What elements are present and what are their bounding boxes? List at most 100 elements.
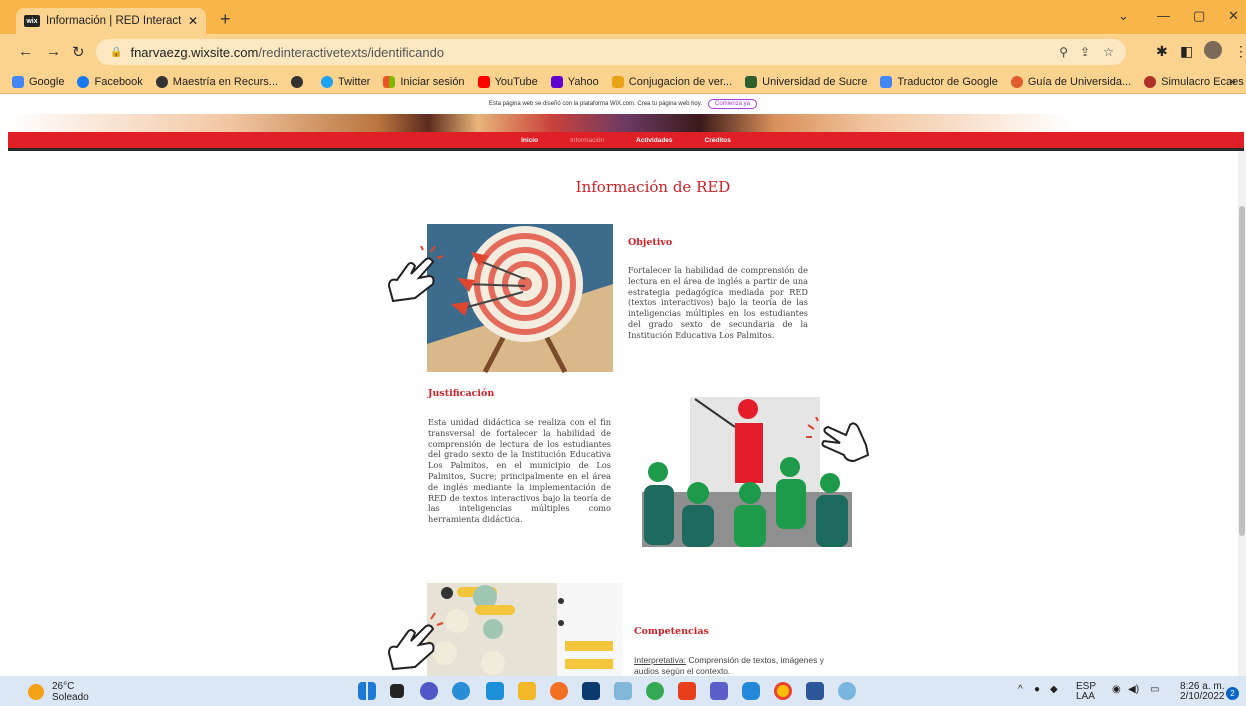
bookmark-label: Maestría en Recurs... [172,75,278,88]
browser-tab[interactable]: wix Información | RED InteractiveText ✕ [16,8,206,34]
taskbar: 26°C Soleado ^ ● ◆ ESP LAA ◉ ◀) ▭ 8:26 a. … [0,676,1246,706]
teams-chat-icon[interactable] [452,682,470,700]
share-icon[interactable]: ⇪ [1080,45,1090,59]
guide-icon [1010,75,1023,88]
scrollbar-thumb[interactable] [1239,206,1245,536]
page-scrollbar[interactable] [1238,151,1246,676]
task-view-icon[interactable] [390,684,404,698]
lock-icon[interactable]: 🔒 [110,47,122,58]
yahoo-icon [550,75,563,88]
avatar[interactable] [1204,41,1222,59]
start-now-button[interactable]: Comienza ya [708,99,758,109]
forward-arrow-icon[interactable]: → [46,43,61,60]
tray-shield-icon[interactable]: ◆ [1050,685,1058,695]
teams-icon[interactable] [710,682,728,700]
skype-icon[interactable] [742,682,760,700]
chevron-up-icon[interactable]: ^ [1018,685,1023,695]
chrome-active-icon[interactable] [774,682,792,700]
header-image [8,114,1244,132]
bookmark-label: Iniciar sesión [400,75,465,88]
battery-icon[interactable]: ▭ [1150,685,1159,695]
side-panel-icon[interactable]: ◧ [1180,43,1193,60]
bookmark-item[interactable]: Google [12,75,65,88]
competencias-text: Interpretativa: Comprensión de textos, i… [634,655,824,676]
notification-badge[interactable]: 2 [1226,687,1239,700]
maximize-button[interactable]: ▢ [1193,8,1205,24]
new-tab-button[interactable]: + [220,9,231,30]
temperature: 26°C [52,681,75,692]
photos-icon[interactable] [838,682,856,700]
bookmark-label: Universidad de Sucre [762,75,868,88]
close-tab-icon[interactable]: ✕ [188,14,198,28]
objetivo-text: Fortalecer la habilidad de comprensión d… [628,265,808,340]
menu-kebab-icon[interactable]: ⋮ [1234,43,1246,60]
bookmark-item[interactable]: Guía de Universida... [1010,75,1132,88]
bookmark-item[interactable]: Traductor de Google [880,75,998,88]
justificacion-text: Esta unidad didáctica se realiza con el … [428,417,611,525]
bookmark-label: Yahoo [567,75,599,88]
word-icon[interactable] [806,682,824,700]
meet-icon[interactable] [420,682,438,700]
tap-hand-icon [387,246,444,303]
bookmark-label: Guía de Universida... [1027,75,1132,88]
language-indicator[interactable]: ESP LAA [1076,682,1096,702]
bookmark-label: Twitter [337,75,371,88]
office-icon[interactable] [678,682,696,700]
chevron-down-icon[interactable]: ⌄ [1118,8,1129,24]
nav-informacion[interactable]: Información [570,137,604,144]
bookmark-item[interactable]: Maestría en Recurs... [155,75,278,88]
nav-inicio[interactable]: Inicio [521,137,538,144]
bookmark-item[interactable]: Yahoo [550,75,599,88]
bookmark-item[interactable]: Conjugacion de ver... [611,75,733,88]
dropbox-icon[interactable] [582,682,600,700]
url-domain: fnarvaezg.wixsite.com [130,44,259,60]
bookmark-item[interactable]: Twitter [320,75,371,88]
url-path: /redinteractivetexts/identificando [258,44,445,60]
clock-date: 2/10/2022 [1180,691,1225,702]
simulacro-icon [1144,75,1157,88]
windows-start-icon[interactable] [358,682,376,700]
more-bookmarks-button[interactable]: » [1229,74,1236,88]
reload-icon[interactable]: ↻ [72,43,85,61]
conjugacion-icon [611,75,624,88]
zoom-icon[interactable]: ⚲ [1059,45,1068,59]
chrome-icon[interactable] [646,682,664,700]
weather-widget[interactable]: 26°C Soleado [28,681,89,703]
firefox-icon[interactable] [550,682,568,700]
minimize-button[interactable]: — [1157,8,1170,23]
edge-icon[interactable] [486,682,504,700]
clock[interactable]: 8:26 a. m. 2/10/2022 [1180,682,1225,702]
bookmark-label: Conjugacion de ver... [628,75,733,88]
wix-banner-text: Esta página web se diseñó con la platafo… [488,101,702,107]
bookmark-item[interactable] [290,75,308,88]
weather-status: Soleado [52,692,89,703]
competencias-label: Interpretativa: [634,655,686,665]
page-content: Información de RED Objetivo Fortalecer l… [0,151,1246,676]
bookmark-item[interactable]: Universidad de Sucre [745,75,868,88]
bookmark-star-icon[interactable]: ☆ [1103,45,1114,59]
site-nav: Inicio Información Actividades Créditos [8,132,1244,148]
nav-creditos[interactable]: Créditos [705,137,731,144]
youtube-icon [477,75,490,88]
bookmarks-bar: Google Facebook Maestría en Recurs... Tw… [0,70,1246,94]
university-icon [745,75,758,88]
bookmark-label: Google [29,75,65,88]
url-input[interactable]: 🔒 fnarvaezg.wixsite.com/redinteractivete… [96,39,1126,65]
extensions-icon[interactable]: ✱ [1156,43,1168,60]
file-explorer-icon[interactable] [518,682,536,700]
address-bar-row: ← → ↻ 🔒 fnarvaezg.wixsite.com/redinterac… [0,34,1246,70]
bookmark-label: YouTube [494,75,538,88]
wifi-icon[interactable]: ◉ [1112,685,1121,695]
bookmark-item[interactable]: Iniciar sesión [383,75,465,88]
objetivo-heading: Objetivo [628,237,673,248]
bookmark-item[interactable]: YouTube [477,75,538,88]
bookmark-item[interactable]: Facebook [77,75,143,88]
back-arrow-icon[interactable]: ← [18,43,33,60]
bookmark-label: Facebook [94,75,143,88]
volume-icon[interactable]: ◀) [1128,685,1139,695]
amazon-icon[interactable] [614,682,632,700]
tray-app-icon[interactable]: ● [1034,685,1040,695]
title-bar: wix Información | RED InteractiveText ✕ … [0,0,1246,34]
close-window-button[interactable]: ✕ [1228,8,1239,24]
nav-actividades[interactable]: Actividades [636,137,673,144]
